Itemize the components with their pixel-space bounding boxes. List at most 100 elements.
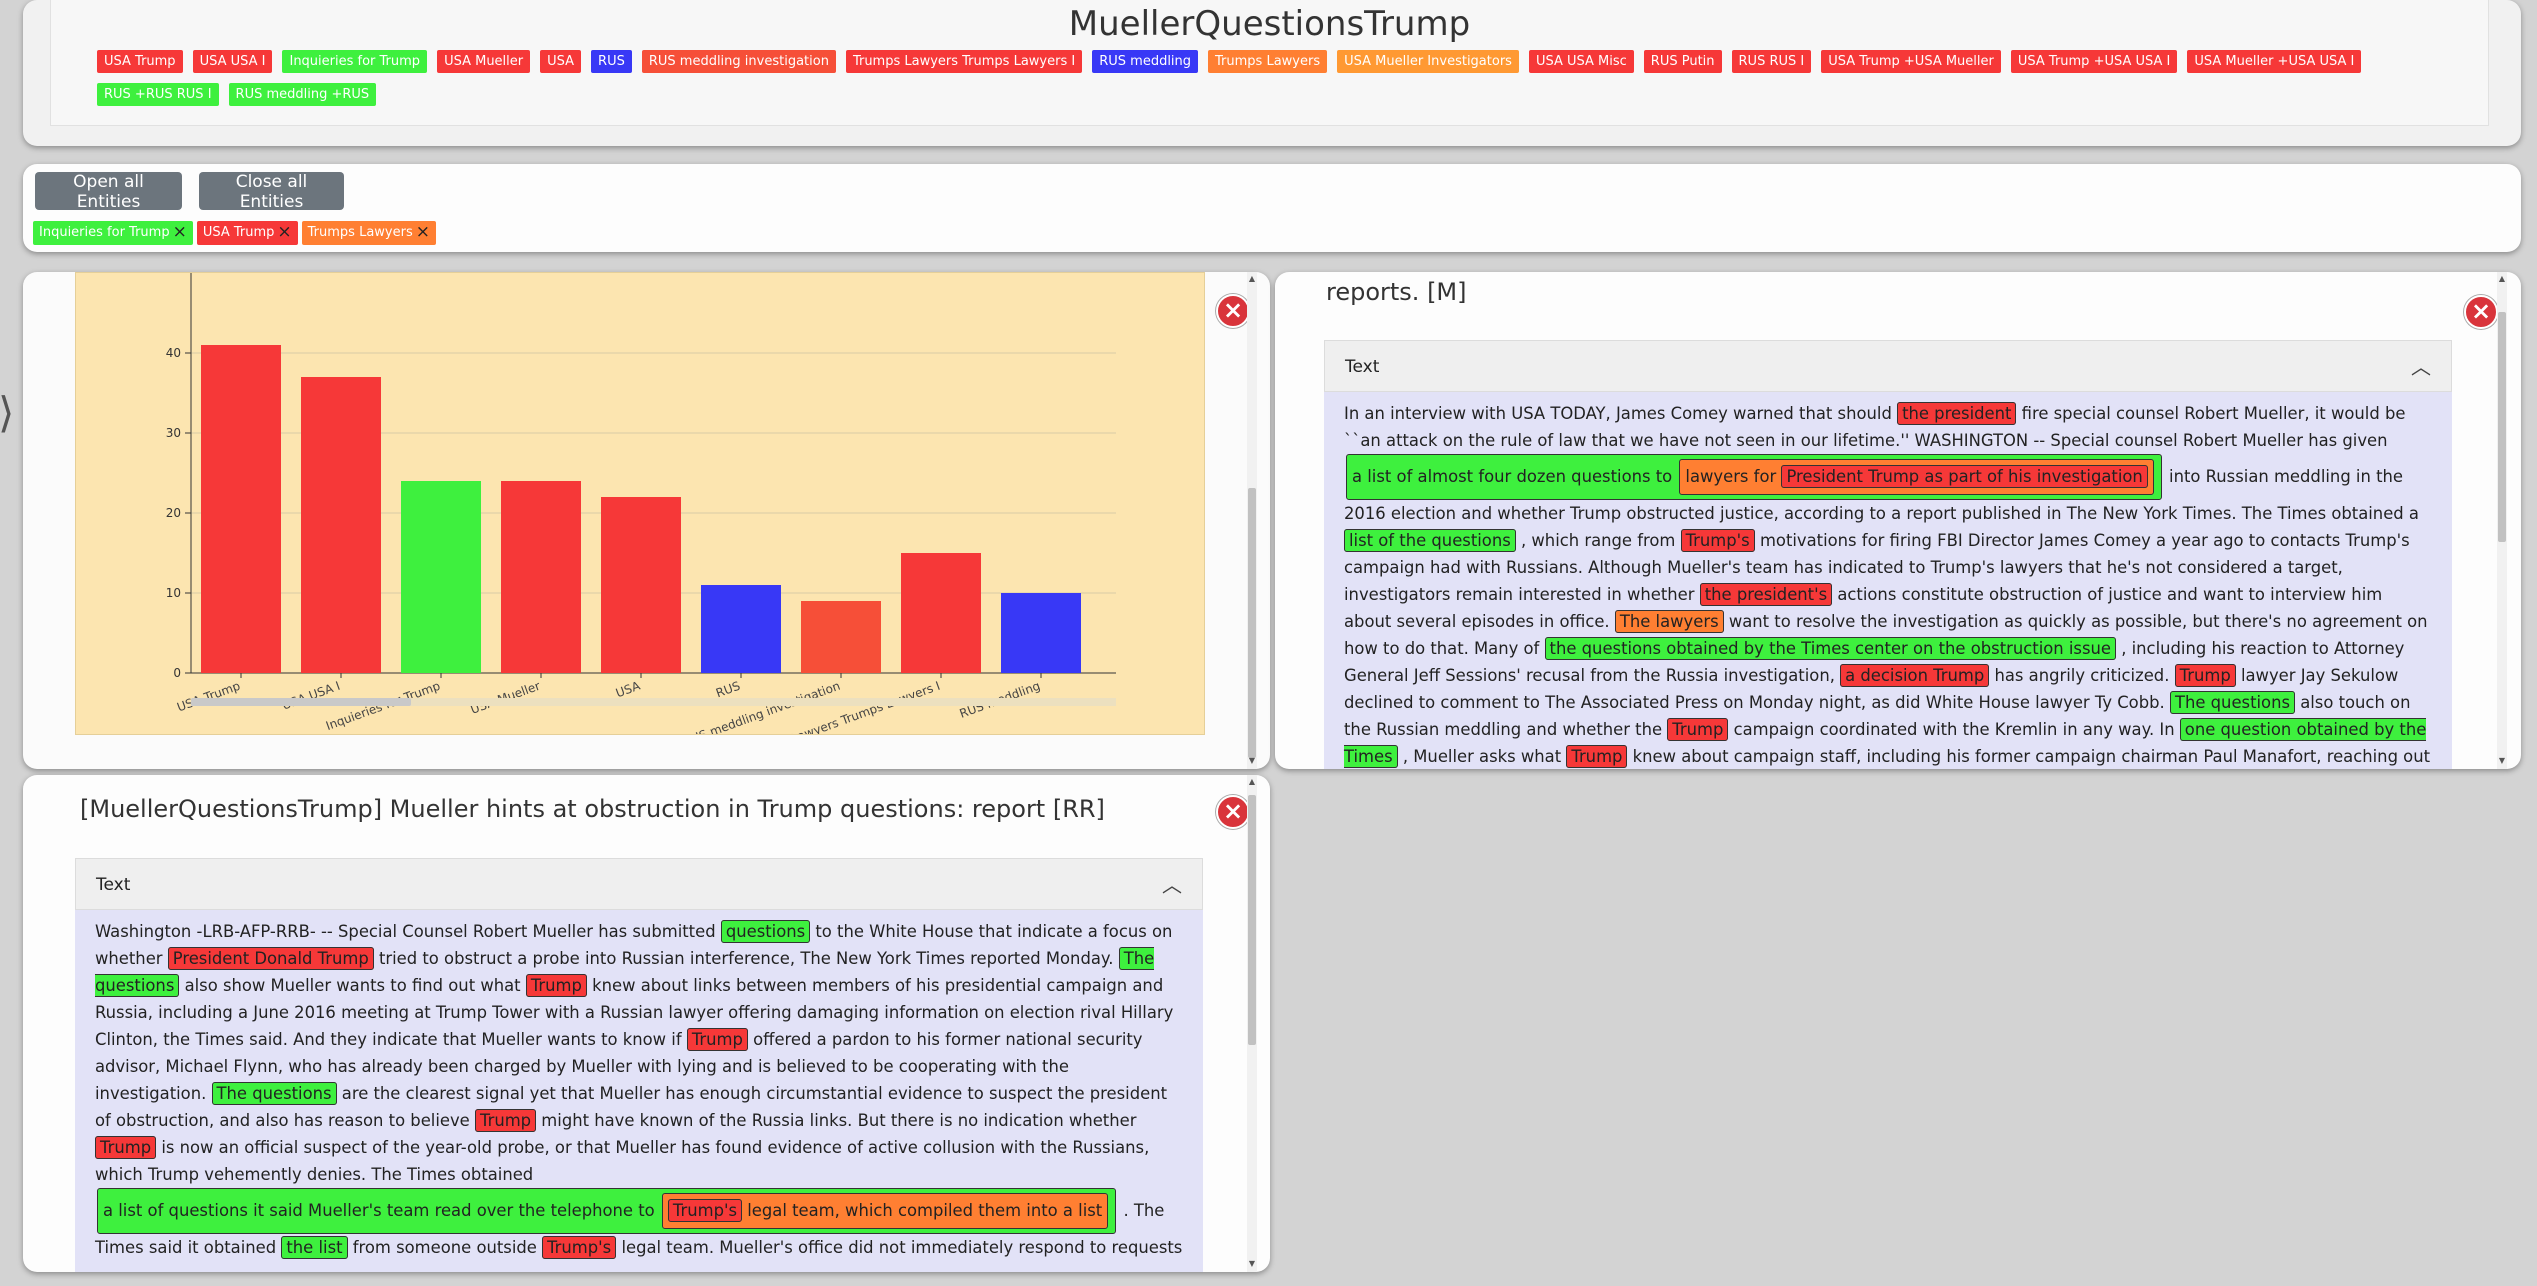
entity-highlight[interactable]: The questions [211, 1082, 337, 1105]
entity-highlight[interactable]: The questions [2169, 691, 2295, 714]
x-tick-label: USA USA I [280, 679, 342, 713]
text-section-header[interactable]: Text ︿ [75, 858, 1203, 910]
remove-tag-icon[interactable]: × [416, 224, 430, 241]
scrollbar-thumb[interactable] [2498, 312, 2506, 542]
entity-block-nested[interactable]: lawyers for President Trump as part of h… [1679, 459, 2154, 495]
entity-highlight[interactable]: Trump's [1680, 529, 1755, 552]
chart-bar[interactable] [501, 481, 581, 673]
side-panel-toggle-icon[interactable]: ⟩ [0, 388, 14, 437]
entity-highlight[interactable]: the president [1897, 402, 2017, 425]
entity-highlight[interactable]: Trump [686, 1028, 748, 1051]
scroll-up-arrow-icon[interactable]: ▲ [1247, 777, 1257, 787]
remove-tag-icon[interactable]: × [277, 224, 291, 241]
entity-text: legal team, which compiled them into a l… [742, 1201, 1103, 1220]
text-section-header[interactable]: Text ︿ [1324, 340, 2452, 392]
chevron-up-icon[interactable]: ︿ [1162, 859, 1182, 911]
entity-highlight[interactable]: Trump's [542, 1236, 617, 1259]
chart-card-scrollbar[interactable]: ▲ ▼ [1247, 272, 1257, 769]
entity-highlight[interactable]: Trump [474, 1109, 537, 1132]
chart-card: 010203040USA TrumpUSA USA IInquieries fo… [23, 272, 1270, 769]
entity-legend-tag[interactable]: USA Trump +USA USA I [2010, 50, 2178, 73]
bar-chart-svg: 010203040USA TrumpUSA USA IInquieries fo… [166, 273, 1116, 762]
chart-bar[interactable] [201, 345, 281, 673]
entity-legend-tag[interactable]: USA USA Misc [1528, 50, 1634, 73]
entity-highlight[interactable]: list of the questions [1344, 529, 1516, 552]
chart-bar[interactable] [301, 377, 381, 673]
plain-text: has angrily criticized. [1989, 666, 2175, 685]
entity-highlight[interactable]: the president's [1699, 583, 1833, 606]
entity-highlight[interactable]: the questions obtained by the Times cent… [1544, 637, 2116, 660]
corpus-header-panel: MuellerQuestionsTrump USA Trump USA USA I… [23, 0, 2521, 146]
active-entity-tag-label: Trumps Lawyers [307, 225, 413, 240]
entity-legend-tag[interactable]: RUS meddling +RUS [228, 83, 377, 106]
entity-legend-tag[interactable]: USA Mueller +USA USA I [2187, 50, 2362, 73]
y-tick-label: 30 [166, 426, 181, 440]
active-entity-tag[interactable]: Trumps Lawyers × [301, 221, 436, 245]
entity-legend-tag[interactable]: Trumps Lawyers [1208, 50, 1328, 73]
scroll-up-arrow-icon[interactable]: ▲ [2497, 274, 2507, 284]
entity-legend-tag[interactable]: RUS RUS I [1731, 50, 1812, 73]
entity-highlight[interactable]: President Trump as part of his investiga… [1781, 465, 2148, 488]
entity-highlight[interactable]: Trump [2174, 664, 2236, 687]
entity-legend-tag[interactable]: RUS Putin [1643, 50, 1722, 73]
entity-highlight[interactable]: a decision Trump [1840, 664, 1990, 687]
entity-block[interactable]: a list of almost four dozen questions to… [1346, 454, 2162, 500]
scrollbar-thumb[interactable] [1248, 795, 1256, 1045]
entity-legend-tag[interactable]: RUS meddling [1092, 50, 1199, 73]
entity-legend-tag[interactable]: USA [540, 50, 582, 73]
entity-highlight[interactable]: Trump [1566, 745, 1628, 768]
entity-legend-tag[interactable]: USA Trump [97, 50, 183, 73]
plain-text: Washington -LRB-AFP-RRB- -- Special Coun… [95, 922, 721, 941]
x-tick-label: RUS [714, 679, 742, 701]
document-card-scrollbar[interactable]: ▲ ▼ [1247, 775, 1257, 1272]
entity-legend-tag[interactable]: RUS [591, 50, 632, 73]
entity-highlight[interactable]: questions [720, 920, 811, 943]
scroll-down-arrow-icon[interactable]: ▼ [1247, 1259, 1257, 1269]
chart-scrollbar-thumb[interactable] [191, 698, 411, 706]
close-chart-card-button[interactable]: × [1216, 294, 1250, 328]
active-entity-tag[interactable]: Inquieries for Trump × [33, 221, 193, 245]
entity-highlight[interactable]: President Donald Trump [167, 947, 374, 970]
chart-bar[interactable] [601, 497, 681, 673]
document-text-body: Washington -LRB-AFP-RRB- -- Special Coun… [75, 910, 1203, 1272]
entity-legend-tag[interactable]: USA Mueller Investigators [1337, 50, 1519, 73]
entity-legend-tag[interactable]: Inquieries for Trump [282, 50, 428, 73]
scroll-down-arrow-icon[interactable]: ▼ [1247, 756, 1257, 766]
entity-legend-tag[interactable]: Trumps Lawyers Trumps Lawyers I [845, 50, 1083, 73]
entity-legend-tag[interactable]: USA USA I [192, 50, 273, 73]
entity-legend-tag[interactable]: RUS +RUS RUS I [97, 83, 219, 106]
entity-highlight[interactable]: Trump's [667, 1199, 743, 1222]
entity-highlight[interactable]: Trump [95, 1136, 157, 1159]
document-card-scrollbar[interactable]: ▲ ▼ [2497, 272, 2507, 769]
open-all-entities-button[interactable]: Open all Entities [35, 172, 182, 212]
chart-bar[interactable] [901, 553, 981, 673]
entity-highlight[interactable]: Trump [525, 974, 587, 997]
scrollbar-thumb[interactable] [1248, 488, 1256, 758]
active-entity-filters: Inquieries for Trump × USA Trump × Trumps La… [33, 221, 440, 245]
remove-tag-icon[interactable]: × [173, 224, 187, 241]
scroll-up-arrow-icon[interactable]: ▲ [1247, 274, 1257, 284]
chart-bar[interactable] [801, 601, 881, 673]
active-entity-tag[interactable]: USA Trump × [196, 221, 298, 245]
close-document-card-button[interactable]: × [2464, 295, 2498, 329]
entity-block-nested[interactable]: Trump's legal team, which compiled them … [661, 1193, 1109, 1229]
chart-bar[interactable] [701, 585, 781, 673]
x-tick-label: USA Mueller [469, 679, 542, 717]
chart-bar[interactable] [401, 481, 481, 673]
entity-highlight[interactable]: The lawyers [1614, 610, 1724, 633]
active-entity-tag-label: Inquieries for Trump [39, 225, 170, 240]
entity-block[interactable]: a list of questions it said Mueller's te… [97, 1188, 1117, 1234]
entity-highlight[interactable]: the list [281, 1236, 348, 1259]
entity-legend-tag[interactable]: USA Mueller [437, 50, 531, 73]
close-document-card-button[interactable]: × [1216, 795, 1250, 829]
scroll-down-arrow-icon[interactable]: ▼ [2497, 756, 2507, 766]
entity-legend: USA Trump USA USA I Inquieries for Trump US… [97, 50, 2497, 116]
text-section-label: Text [96, 875, 131, 895]
chart-bar[interactable] [1001, 593, 1081, 673]
entity-legend-tag[interactable]: RUS meddling investigation [641, 50, 836, 73]
close-all-entities-button[interactable]: Close all Entities [199, 172, 344, 212]
entity-highlight[interactable]: Trump [1667, 718, 1729, 741]
entity-legend-tag[interactable]: USA Trump +USA Mueller [1821, 50, 2001, 73]
chevron-up-icon[interactable]: ︿ [2411, 341, 2431, 393]
x-tick-label: USA Trump [175, 679, 242, 715]
